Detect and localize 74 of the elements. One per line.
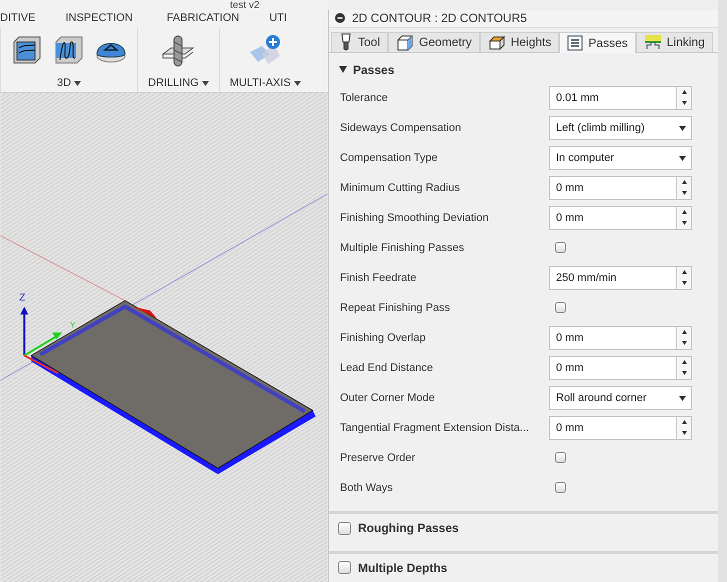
dropdown[interactable]: Roll around corner [549,386,692,410]
flow-toolpath-icon[interactable] [53,34,85,66]
caret-icon [202,80,209,86]
dropdown[interactable]: In computer [549,146,692,170]
field-label: Lead End Distance [340,362,434,374]
panel-tab[interactable]: Tool [331,32,388,52]
ribbon-group-menu[interactable]: DRILLING [148,77,209,89]
caret-icon [679,396,686,401]
spinner-arrows-icon[interactable] [676,356,691,379]
ribbon-group-menu[interactable]: MULTI-AXIS [230,77,301,89]
field-label: Sideways Compensation [340,122,462,134]
dropdown[interactable]: Left (climb milling) [549,116,692,140]
spinner-arrows-icon[interactable] [676,326,691,349]
section-header[interactable]: Passes [329,52,718,83]
number-field[interactable]: 0 mm [549,356,692,380]
ribbon-tab[interactable]: UTI [269,12,287,28]
field-label: Repeat Finishing Pass [340,302,452,314]
number-field[interactable]: 0 mm [549,326,692,350]
scrollbar-track[interactable] [718,0,727,582]
checkbox[interactable] [555,482,566,494]
panel-tab[interactable]: Passes [559,32,636,53]
caret-icon [74,80,82,86]
number-field[interactable]: 250 mm/min [549,266,692,290]
end-mill-icon [339,33,353,52]
axis-triad-drawing [20,306,62,374]
caret-icon [294,80,301,86]
layered-block-icon [488,33,506,52]
ribbon-group-menu[interactable]: 3D [56,77,82,89]
spinner-arrows-icon[interactable] [676,266,691,289]
passes-icon [567,34,584,51]
checkbox[interactable] [555,452,566,464]
number-field[interactable]: 0 mm [549,176,692,200]
checkbox[interactable] [338,522,351,535]
expand-triangle-icon[interactable] [339,66,347,74]
panel-tab[interactable]: Geometry [388,32,480,52]
field-label: Compensation Type [340,152,439,164]
field-label: Outer Corner Mode [340,392,436,404]
ribbon-tab[interactable]: FABRICATION [166,12,240,28]
field-label: Finishing Overlap [340,332,427,344]
number-field[interactable]: 0 mm [549,206,692,230]
field-label: Multiple Finishing Passes [340,242,466,254]
checkbox[interactable] [338,561,351,574]
caret-icon [679,126,686,131]
spinner-arrows-icon[interactable] [676,416,691,439]
panel-tab[interactable]: Heights [480,32,560,52]
ribbon-tab[interactable]: INSPECTION [65,12,133,28]
cube-icon [396,33,414,52]
field-label: Tolerance [340,92,389,104]
panel-title: 2D CONTOUR : 2D CONTOUR5 [352,11,527,26]
field-label: Finish Feedrate [340,272,418,284]
spinner-arrows-icon[interactable] [676,176,691,199]
linking-icon [644,34,662,50]
window-title: test v2 [230,0,260,12]
field-label: Minimum Cutting Radius [340,182,461,194]
field-label: Finishing Smoothing Deviation [340,212,490,224]
group-title: Multiple Depths [358,560,448,575]
collapse-icon[interactable] [335,13,345,24]
checkbox[interactable] [555,302,566,314]
spinner-arrows-icon[interactable] [676,86,691,109]
pocket-toolpath-icon[interactable] [11,34,43,66]
number-field[interactable]: 0.01 mm [549,86,692,110]
field-label: Tangential Fragment Extension Dista... [340,422,530,434]
ribbon-tab[interactable]: DITIVE [0,12,36,28]
spinner-arrows-icon[interactable] [676,206,691,229]
checkbox[interactable] [555,242,566,254]
field-label: Preserve Order [340,452,416,464]
caret-icon [679,156,686,161]
drill-icon[interactable] [161,34,196,68]
group-title: Roughing Passes [358,521,459,536]
number-field[interactable]: 0 mm [549,416,692,440]
axis-label: Y [70,320,76,330]
field-label: Both Ways [340,482,394,494]
axis-label: Z [19,292,26,304]
panel-tab[interactable]: Linking [636,32,713,52]
